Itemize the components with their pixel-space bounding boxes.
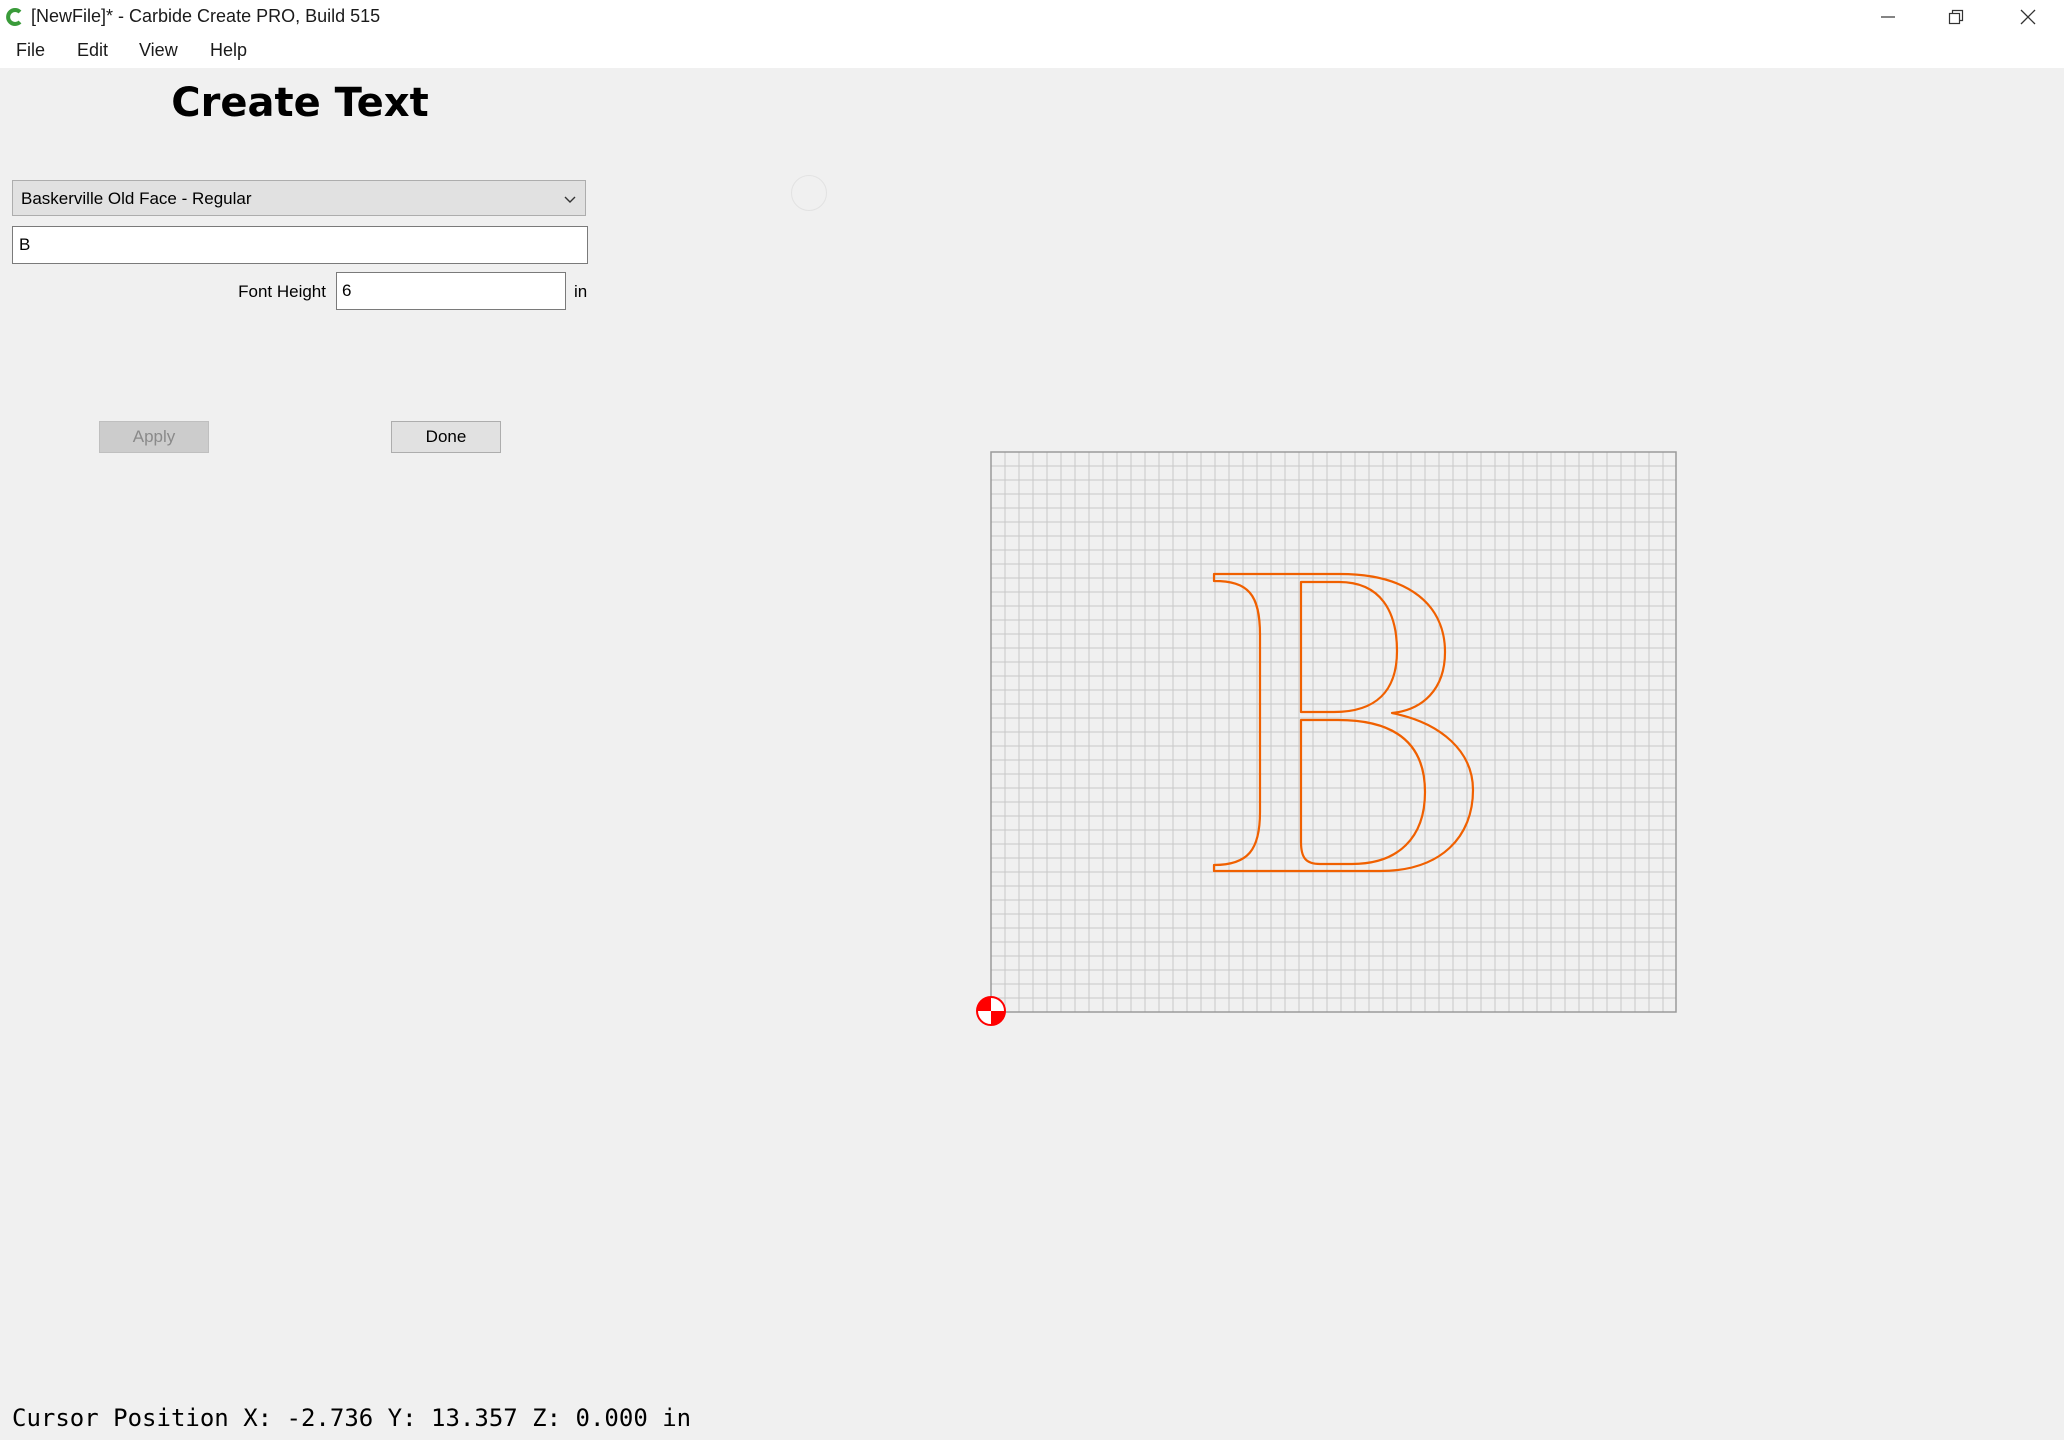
cursor-position-readout: Cursor Position X: -2.736 Y: 13.357 Z: 0… [12,1404,692,1432]
origin-marker-icon [976,996,1006,1026]
grid [991,452,1676,1012]
letter-b-outline[interactable] [1212,572,1475,873]
design-canvas[interactable] [0,0,2064,1440]
